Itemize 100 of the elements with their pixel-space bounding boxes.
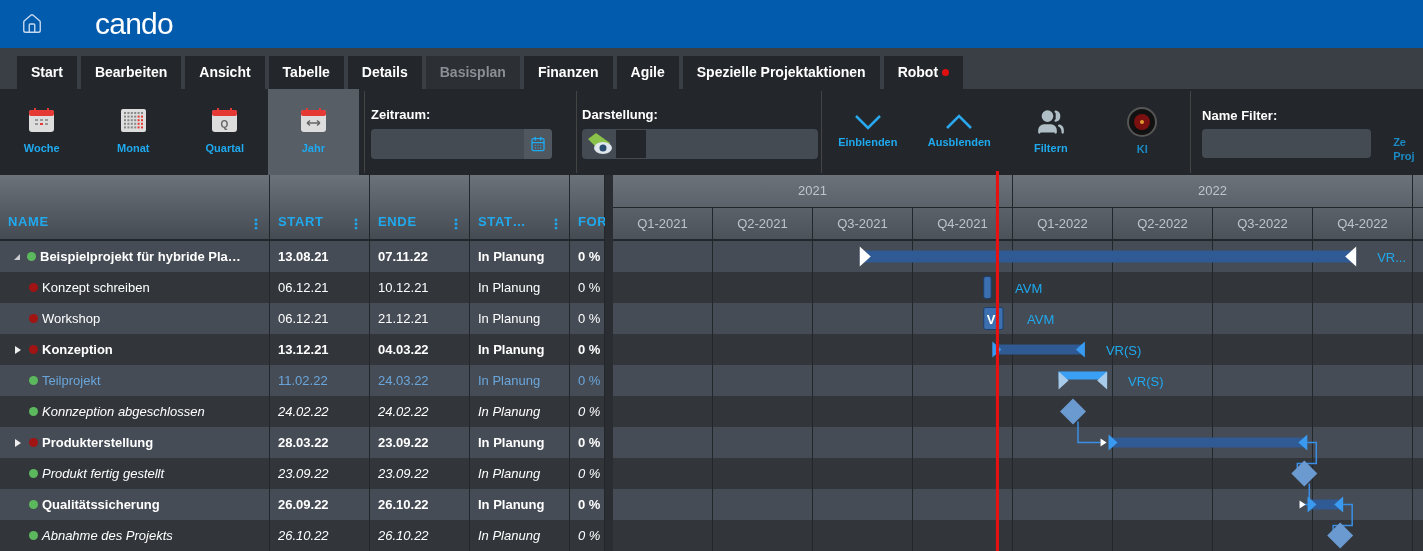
logo: cando — [95, 9, 173, 39]
table-cell-text: 06.12.21 — [278, 278, 329, 297]
task-bar[interactable] — [983, 307, 1004, 330]
table-cell-text: In Planung — [478, 278, 541, 297]
table-row[interactable]: Qualitätssicherung 26.09.22 26.10.22 In Planung 0 % — [0, 489, 605, 520]
task-name: Produkterstellung — [42, 433, 154, 452]
table-cell-text: 0 % — [578, 464, 601, 483]
table-cell-text: In Planung — [478, 402, 541, 421]
home-icon[interactable] — [21, 13, 43, 35]
toolbar-button[interactable]: Ze Proj — [1393, 125, 1423, 175]
quarter-label: Q4-2022 — [1337, 214, 1388, 233]
table-row[interactable]: Workshop 06.12.21 21.12.21 In Planung 0 % — [0, 303, 605, 334]
ribbon-tab[interactable]: Agile — [616, 56, 679, 89]
table-cell-text: 0 % — [578, 371, 601, 390]
project-bar[interactable] — [859, 246, 1357, 267]
chevron-down-icon — [853, 113, 882, 130]
ribbon-tab[interactable]: Tabelle — [268, 56, 344, 89]
table-cell-text: 23.09.22 — [378, 433, 429, 452]
summary-bar[interactable] — [1108, 434, 1308, 451]
toolbar-button[interactable]: Filtern — [1005, 89, 1097, 175]
name-filter-field[interactable] — [1202, 129, 1372, 159]
date-range-field[interactable] — [371, 128, 553, 159]
caret-right-icon[interactable] — [15, 345, 21, 354]
table-cell-text: 0 % — [578, 247, 601, 266]
table-cell-text: In Planung — [478, 526, 541, 545]
subproject-bar[interactable] — [1058, 371, 1108, 390]
task-name: Qualitätssicherung — [42, 495, 160, 514]
task-name: Beispielprojekt für hybride Pla… — [40, 247, 241, 266]
milestone-diamond[interactable] — [1327, 522, 1354, 549]
ribbon-tab[interactable]: Robot — [883, 56, 964, 89]
view-button[interactable]: Monat — [87, 89, 180, 175]
milestone-diamond[interactable] — [1060, 398, 1086, 425]
table-row[interactable]: Produkterstellung 28.03.22 23.09.22 In Planung 0 % — [0, 427, 605, 458]
field-label: Name Filter: — [1202, 106, 1279, 125]
table-cell-text: 0 % — [578, 526, 601, 545]
quarter-label: Q3-2022 — [1237, 214, 1288, 233]
table-cell-text: 24.02.22 — [278, 402, 329, 421]
caret-down-icon[interactable] — [13, 252, 21, 261]
ribbon-tab[interactable]: Bearbeiten — [80, 56, 182, 89]
year-label: 2022 — [1198, 182, 1227, 201]
calendar-icon — [299, 107, 327, 135]
table-cell-text: 26.09.22 — [278, 495, 329, 514]
resource-label: AVM — [1027, 311, 1055, 329]
table-cell-text: 10.12.21 — [378, 278, 429, 297]
resource-label: AVM — [1015, 280, 1043, 298]
ribbon-tab[interactable]: Details — [347, 56, 422, 89]
ribbon-tab[interactable]: Start — [17, 56, 77, 89]
toolbar-button[interactable]: KI — [1096, 89, 1189, 175]
summary-bar[interactable] — [992, 341, 1085, 358]
quarter-label: Q2-2021 — [737, 214, 788, 233]
calendar-icon[interactable] — [530, 135, 547, 152]
table-cell-text: 24.02.22 — [378, 402, 429, 421]
task-name: Konnzeption abgeschlossen — [42, 402, 205, 421]
camera-lens-icon — [1127, 106, 1158, 137]
table-cell-text: 06.12.21 — [278, 309, 329, 328]
ribbon-tab[interactable]: Spezielle Projektaktionen — [682, 56, 880, 89]
table-cell-text: In Planung — [478, 340, 545, 359]
calendar-icon: Q — [211, 107, 239, 135]
table-cell-text: 04.03.22 — [378, 340, 429, 359]
quarter-label: Q1-2021 — [637, 214, 688, 233]
milestone-diamond[interactable] — [1291, 460, 1318, 487]
table-cell-text: In Planung — [478, 495, 545, 514]
task-name: Teilprojekt — [42, 371, 101, 390]
toolbar-button[interactable]: Einblenden — [822, 89, 914, 175]
resource-label: VR... — [1377, 249, 1407, 267]
task-name: Abnahme des Projekts — [42, 526, 173, 545]
table-cell-text: In Planung — [478, 309, 541, 328]
table-cell-text: 26.10.22 — [378, 526, 429, 545]
table-cell-text: 0 % — [578, 278, 601, 297]
table-cell-text: In Planung — [478, 464, 541, 483]
table-cell-text: 0 % — [578, 433, 601, 452]
table-cell-text: 26.10.22 — [278, 526, 329, 545]
table-row[interactable]: Beispielprojekt für hybride Pla… 13.08.21 07.11.22 In Planung 0 % — [0, 241, 605, 272]
summary-bar[interactable] — [1307, 496, 1344, 513]
table-cell-text: 26.10.22 — [378, 495, 429, 514]
view-button[interactable]: Woche — [0, 89, 88, 175]
display-field[interactable] — [582, 128, 819, 159]
table-cell-text: 13.12.21 — [278, 340, 329, 359]
table-cell-text: 13.08.21 — [278, 247, 329, 266]
table-cell-text: In Planung — [478, 247, 545, 266]
task-name: Konzept schreiben — [42, 278, 150, 297]
toolbar-button[interactable]: Ausblenden — [913, 89, 1006, 175]
table-cell-text: 0 % — [578, 340, 601, 359]
people-icon — [1036, 107, 1065, 136]
resource-label: VR(S) — [1128, 373, 1164, 391]
chevron-up-icon — [945, 113, 974, 130]
ribbon-tab[interactable]: Ansicht — [185, 56, 265, 89]
calendar-icon — [28, 107, 56, 135]
table-cell-text: 0 % — [578, 402, 601, 421]
task-name: Konzeption — [42, 340, 113, 359]
table-cell-text: 24.03.22 — [378, 371, 429, 390]
display-swatch — [616, 129, 647, 158]
caret-right-icon[interactable] — [15, 438, 21, 447]
task-name: Workshop — [42, 309, 101, 328]
field-label: Zeitraum: — [371, 106, 432, 125]
table-cell-text: In Planung — [478, 371, 541, 390]
table-cell-text: 23.09.22 — [378, 464, 429, 483]
table-row[interactable]: Teilprojekt 11.02.22 24.03.22 In Planung 0 % — [0, 365, 605, 396]
ribbon-tab[interactable]: Finanzen — [523, 56, 613, 89]
quarter-label: Q4-2021 — [937, 214, 988, 233]
